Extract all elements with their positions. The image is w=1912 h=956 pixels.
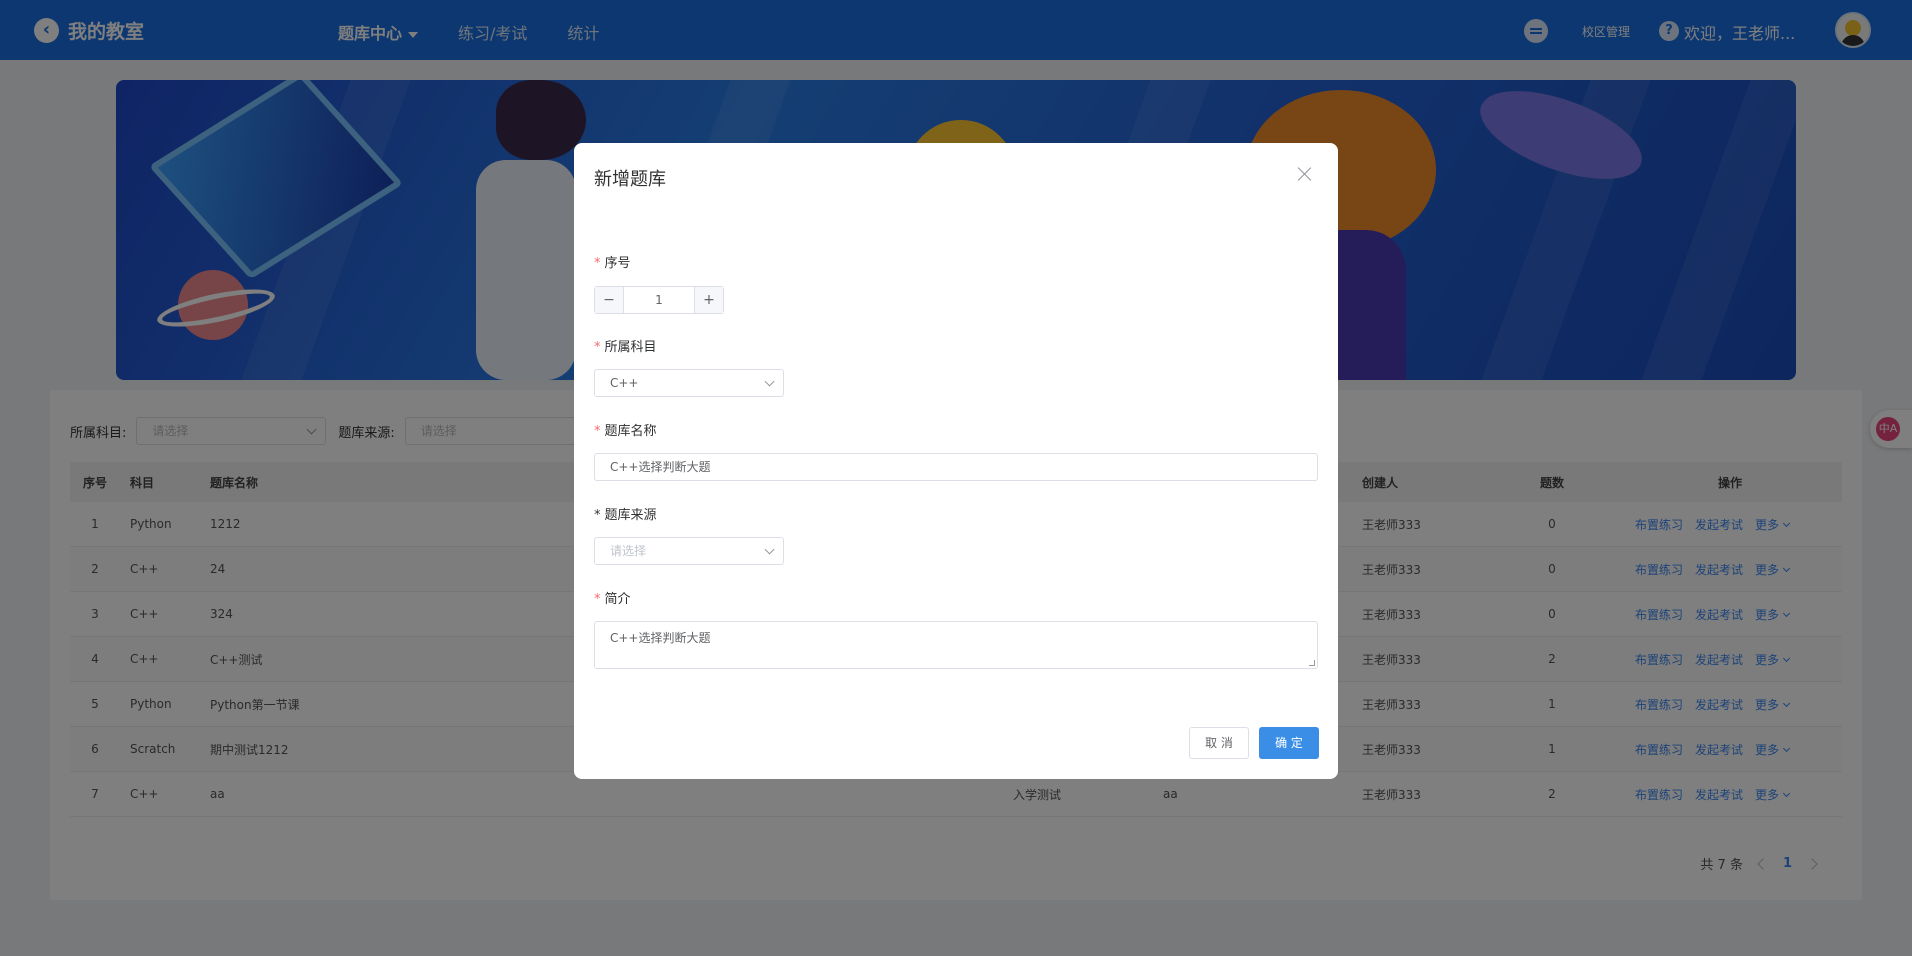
source-select[interactable]: 请选择: [594, 537, 784, 565]
bank-name-input[interactable]: C++选择判断大题: [594, 453, 1318, 481]
close-icon[interactable]: [1298, 167, 1312, 181]
decrement-button[interactable]: −: [595, 287, 624, 313]
add-question-bank-dialog: 新增题库 * 序号 − 1 + * 所属科目 C++ * 题库名称 C++选择判断大题…: [574, 143, 1338, 779]
index-label: * 序号: [594, 256, 631, 271]
resize-handle-icon[interactable]: [1309, 660, 1315, 666]
subject-select[interactable]: C++: [594, 369, 784, 397]
subject-label: * 所属科目: [594, 340, 657, 355]
bank-name-label: * 题库名称: [594, 424, 657, 439]
increment-button[interactable]: +: [694, 287, 723, 313]
dialog-title: 新增题库: [594, 169, 666, 190]
chevron-down-icon: [764, 376, 775, 387]
intro-label: * 简介: [594, 592, 631, 607]
index-input[interactable]: 1: [624, 287, 694, 313]
index-stepper[interactable]: − 1 +: [594, 286, 724, 314]
source-label: * 题库来源: [594, 508, 657, 523]
cancel-button[interactable]: 取 消: [1189, 727, 1249, 759]
confirm-button[interactable]: 确 定: [1259, 727, 1319, 759]
chevron-down-icon: [764, 544, 775, 555]
intro-textarea[interactable]: C++选择判断大题: [594, 621, 1318, 669]
